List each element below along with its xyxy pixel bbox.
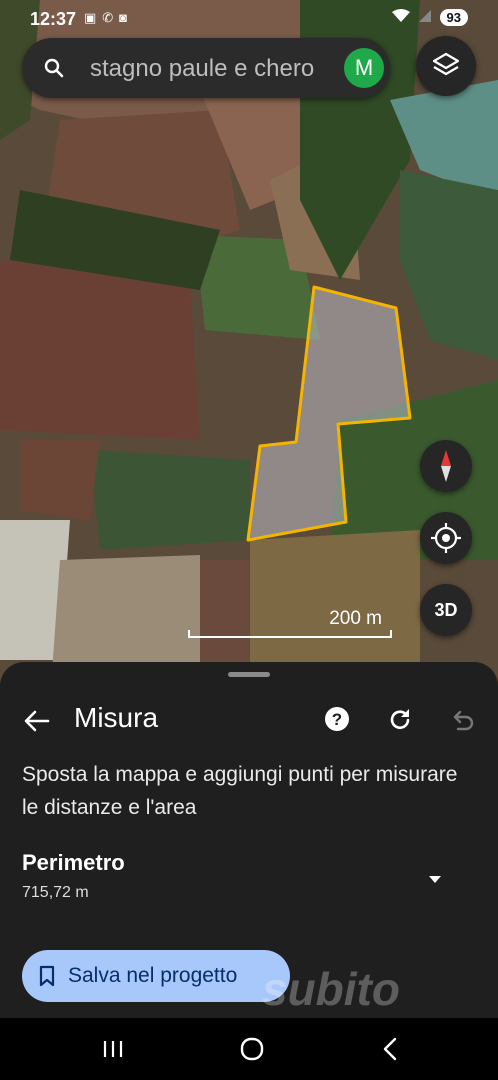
my-location-icon: [431, 523, 461, 553]
expand-dropdown-icon[interactable]: [424, 868, 446, 890]
save-to-project-button[interactable]: Salva nel progetto: [22, 950, 290, 1002]
search-bar[interactable]: M: [22, 38, 390, 98]
instruction-text: Sposta la mappa e aggiungi punti per mis…: [22, 763, 458, 819]
signal-icon: [418, 9, 432, 26]
save-button-label: Salva nel progetto: [68, 964, 238, 987]
redo-icon[interactable]: [386, 706, 414, 734]
layers-button[interactable]: [416, 36, 476, 96]
sheet-title: Misura: [74, 702, 159, 733]
help-icon[interactable]: ?: [324, 706, 350, 732]
undo-icon[interactable]: [448, 706, 476, 734]
scale-ruler: [188, 630, 392, 638]
scale-label: 200 m: [329, 608, 382, 629]
svg-text:?: ?: [332, 710, 342, 729]
home-icon[interactable]: [237, 1034, 267, 1064]
system-back-icon[interactable]: [376, 1034, 406, 1064]
notification-icons: ▣✆◙: [84, 10, 134, 25]
status-right: 93: [391, 9, 468, 26]
perimeter-label: Perimetro: [22, 850, 125, 875]
my-location-button[interactable]: [420, 512, 472, 564]
status-bar: 12:37 ▣✆◙ 93: [0, 0, 498, 36]
layers-icon: [432, 52, 460, 76]
system-nav-bar: [0, 1018, 498, 1080]
3d-label: 3D: [434, 600, 458, 620]
scale-bar: 200 m: [188, 608, 394, 638]
perimeter-value: 715,72 m: [22, 884, 89, 901]
wifi-icon: [391, 9, 410, 26]
bookmark-icon: [39, 965, 55, 987]
compass-icon: [441, 450, 451, 482]
search-input[interactable]: [88, 48, 354, 90]
battery-indicator: 93: [439, 9, 468, 26]
subito-watermark: subito: [262, 963, 400, 1015]
back-arrow-icon[interactable]: [22, 706, 52, 736]
measure-sheet: Misura ? Sposta la mappa e aggiungi punt…: [0, 662, 498, 1018]
status-time: 12:37: [30, 9, 77, 29]
drag-handle[interactable]: [228, 672, 270, 677]
account-avatar[interactable]: M: [344, 48, 384, 88]
recent-apps-icon[interactable]: [98, 1034, 128, 1064]
3d-button[interactable]: 3D: [420, 584, 472, 636]
compass-button[interactable]: [420, 440, 472, 492]
search-icon[interactable]: [42, 56, 66, 80]
